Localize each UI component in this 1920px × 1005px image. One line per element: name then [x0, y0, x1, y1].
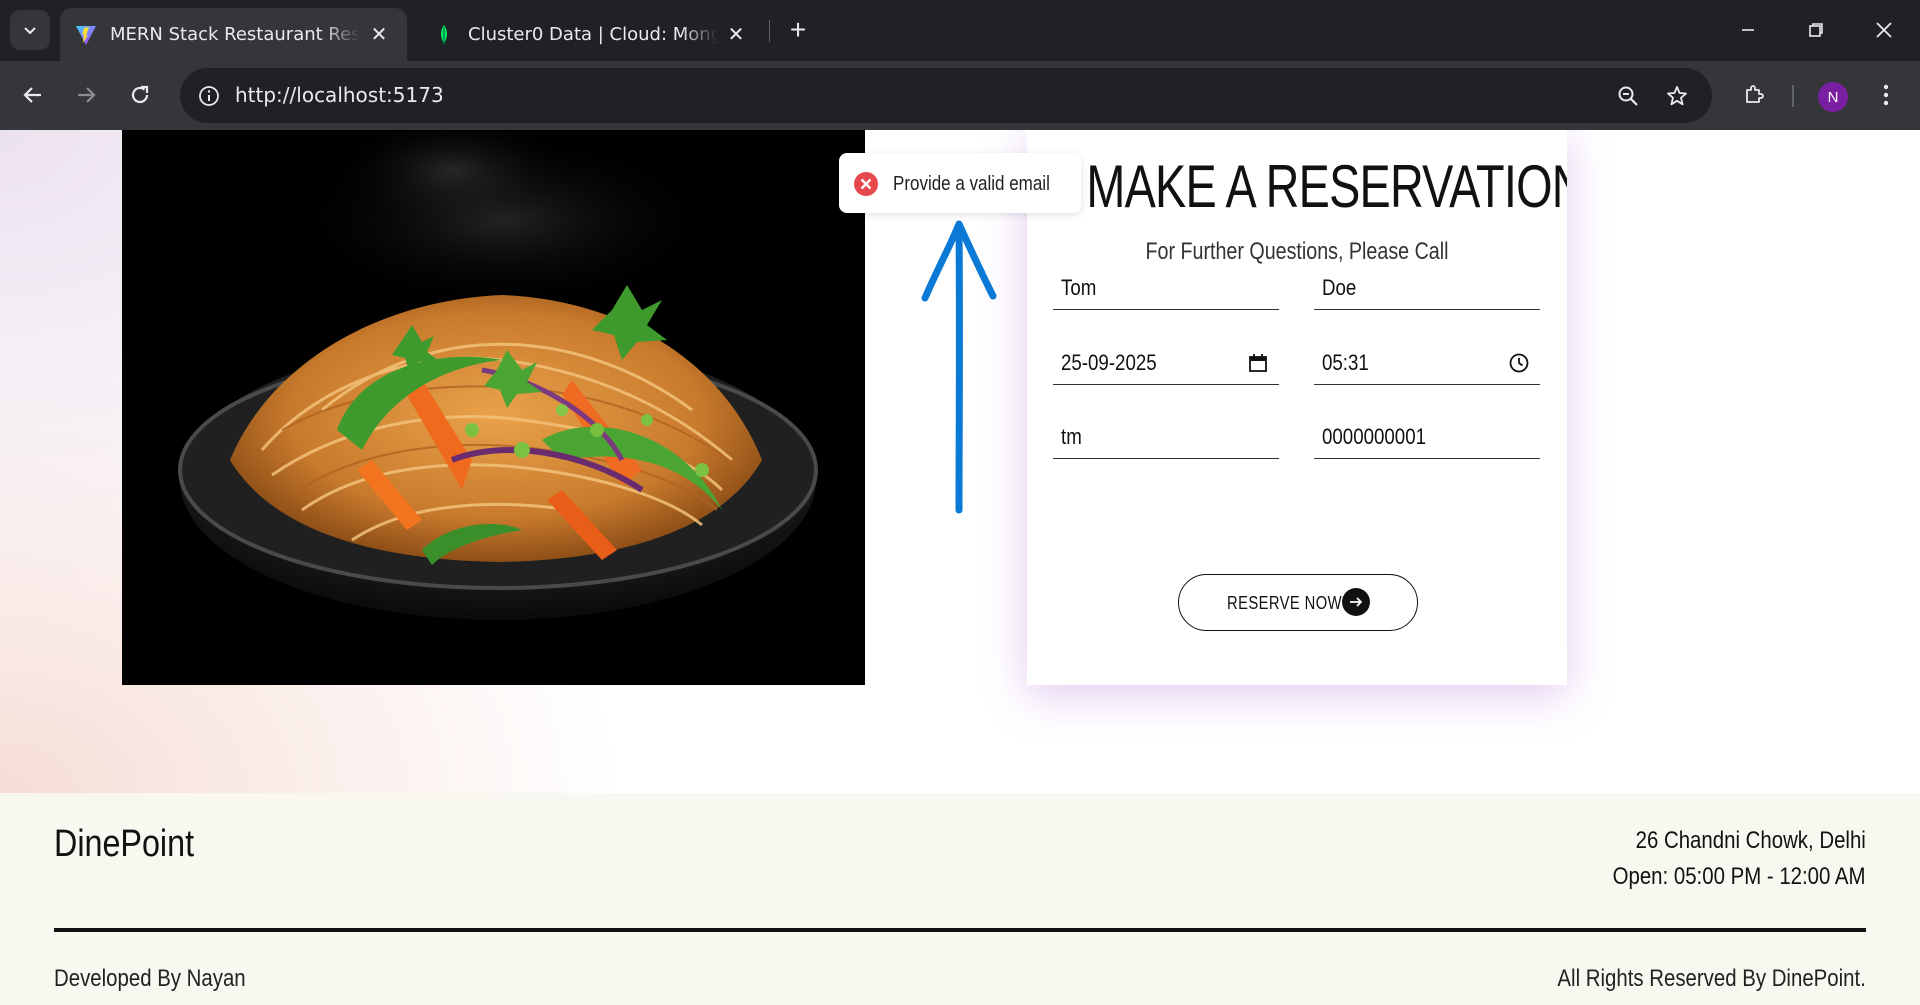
reload-button[interactable] — [120, 75, 160, 115]
chevron-down-icon — [24, 27, 36, 35]
close-icon — [1876, 22, 1892, 38]
browser-menu-button[interactable] — [1866, 75, 1906, 115]
error-x-icon — [854, 172, 878, 196]
toolbar-separator — [1792, 85, 1794, 107]
mongodb-leaf-icon — [441, 24, 447, 45]
arrow-right-icon — [1342, 588, 1370, 616]
reload-icon — [131, 85, 149, 104]
footer-rights: All Rights Reserved By DinePoint. — [1557, 965, 1866, 992]
zoom-out-icon — [1618, 86, 1638, 106]
reservation-section: MAKE A RESERVATION For Further Questions… — [0, 130, 1920, 793]
more-vertical-icon — [1883, 84, 1889, 106]
footer-hours: Open: 05:00 PM - 12:00 AM — [1613, 863, 1866, 890]
arrow-right-icon — [78, 87, 96, 103]
phone-value: 0000000001 — [1322, 424, 1427, 449]
restore-button[interactable] — [1790, 8, 1842, 52]
site-footer: DinePoint 26 Chandni Chowk, Delhi Open: … — [0, 793, 1920, 1005]
back-button[interactable] — [13, 75, 53, 115]
arrow-left-icon — [23, 87, 41, 103]
close-window-button[interactable] — [1858, 8, 1910, 52]
toast-message: Provide a valid email — [893, 173, 1050, 195]
first-name-input[interactable]: Tom — [1053, 266, 1279, 310]
date-value: 25-09-2025 — [1061, 350, 1157, 375]
calendar-icon[interactable] — [1247, 352, 1269, 374]
new-tab-button[interactable]: + — [780, 12, 816, 48]
puzzle-icon — [1746, 85, 1764, 103]
profile-avatar[interactable]: N — [1818, 82, 1848, 112]
address-bar[interactable]: http://localhost:5173 — [180, 68, 1712, 123]
star-icon — [1667, 86, 1687, 106]
reservation-subheading: For Further Questions, Please Call — [1145, 238, 1449, 265]
email-value: tm — [1061, 424, 1082, 449]
footer-brand: DinePoint — [54, 823, 195, 865]
tab-separator — [769, 20, 770, 42]
noodles-image — [122, 130, 865, 685]
last-name-value: Doe — [1322, 275, 1357, 300]
time-value: 05:31 — [1322, 350, 1369, 375]
footer-developer: Developed By Nayan — [54, 965, 246, 992]
time-input[interactable]: 05:31 — [1314, 341, 1540, 385]
last-name-input[interactable]: Doe — [1314, 266, 1540, 310]
date-input[interactable]: 25-09-2025 — [1053, 341, 1279, 385]
minimize-button[interactable] — [1722, 8, 1774, 52]
browser-tab-bar: MERN Stack Restaurant Reserva ✕ Cluster0… — [0, 0, 1920, 61]
tab-title: MERN Stack Restaurant Reserva — [110, 24, 360, 45]
tab-title: Cluster0 Data | Cloud: MongoDB — [468, 24, 718, 45]
reservation-heading: MAKE A RESERVATION — [1086, 153, 1567, 220]
clock-icon[interactable] — [1508, 352, 1530, 374]
url-text: http://localhost:5173 — [235, 83, 444, 107]
footer-divider — [54, 928, 1866, 932]
reservation-card: MAKE A RESERVATION For Further Questions… — [1027, 130, 1567, 685]
close-tab-icon[interactable]: ✕ — [722, 20, 750, 48]
close-tab-icon[interactable]: ✕ — [365, 20, 393, 48]
bookmark-button[interactable] — [1661, 80, 1693, 112]
first-name-value: Tom — [1061, 275, 1097, 300]
info-icon — [199, 86, 219, 106]
tab-mongodb-cluster[interactable]: Cluster0 Data | Cloud: MongoDB ✕ — [418, 8, 764, 61]
restore-icon — [1809, 23, 1823, 37]
error-toast: Provide a valid email — [839, 153, 1081, 213]
browser-toolbar: http://localhost:5173 N — [0, 61, 1920, 130]
minimize-icon — [1742, 29, 1754, 31]
reserve-now-label: RESERVE NOW — [1227, 593, 1342, 613]
zoom-button[interactable] — [1612, 80, 1644, 112]
forward-button[interactable] — [66, 75, 106, 115]
reserve-now-button[interactable]: RESERVE NOW — [1178, 574, 1418, 631]
vite-icon — [76, 25, 96, 45]
page-viewport: MAKE A RESERVATION For Further Questions… — [0, 130, 1920, 1005]
email-input[interactable]: tm — [1053, 415, 1279, 459]
up-arrow-icon — [921, 220, 997, 514]
phone-input[interactable]: 0000000001 — [1314, 415, 1540, 459]
site-info-button[interactable] — [192, 79, 226, 113]
extensions-button[interactable] — [1734, 75, 1774, 115]
footer-address: 26 Chandni Chowk, Delhi — [1635, 827, 1866, 854]
tab-restaurant-reservation[interactable]: MERN Stack Restaurant Reserva ✕ — [60, 8, 407, 61]
tab-search-button[interactable] — [10, 10, 50, 50]
